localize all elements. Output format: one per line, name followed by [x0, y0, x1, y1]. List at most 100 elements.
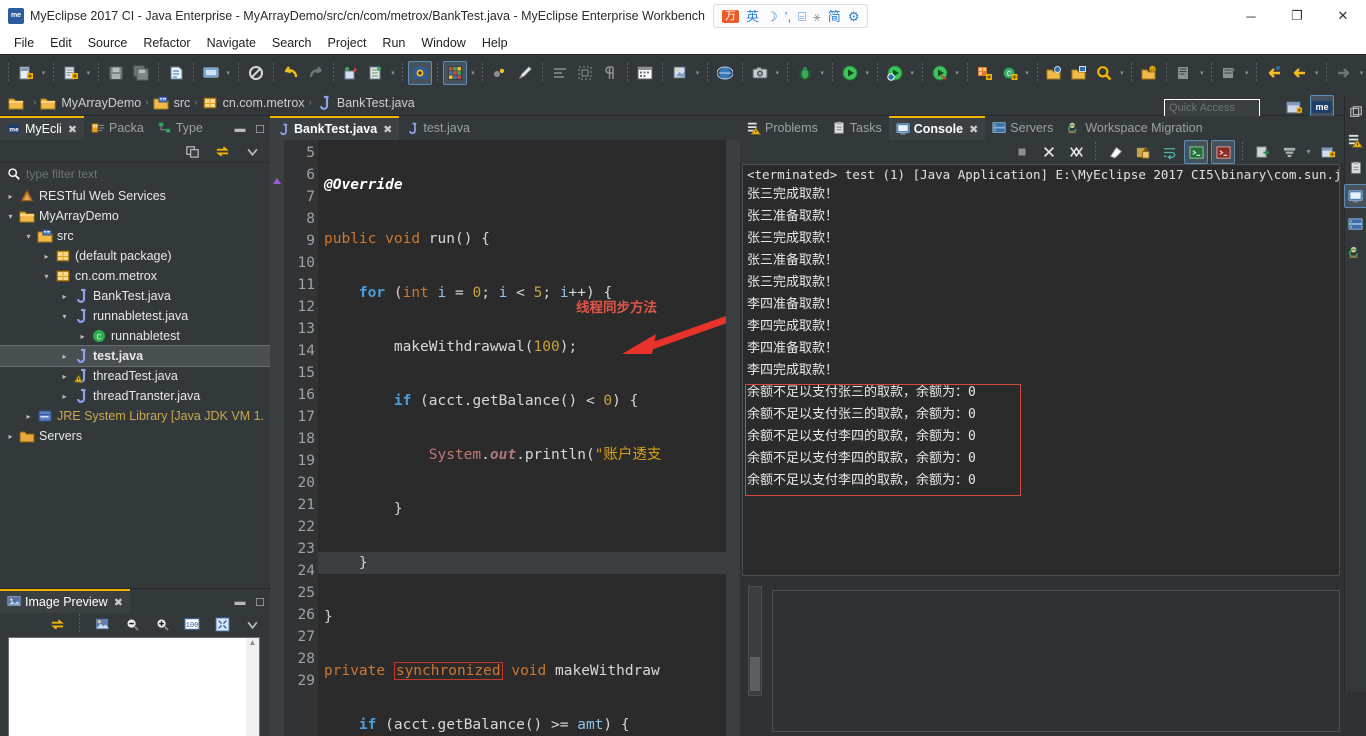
menu-item-help[interactable]: Help [474, 34, 516, 52]
menu-item-refactor[interactable]: Refactor [135, 34, 198, 52]
editor-overview-ruler[interactable] [726, 140, 740, 736]
tree-item[interactable]: ▾ MyArrayDemo [0, 206, 270, 226]
ime-punctuation-icon[interactable]: ’, [785, 10, 792, 23]
sync-icon[interactable] [210, 139, 234, 163]
menu-item-project[interactable]: Project [320, 34, 375, 52]
tree-item[interactable]: ▸ threadTranster.java [0, 386, 270, 406]
expand-arrow-icon[interactable]: ▸ [42, 252, 51, 261]
expand-arrow-icon[interactable]: ▸ [78, 332, 87, 341]
ime-moon-icon[interactable]: ☽ [766, 10, 778, 23]
scroll-up-arrow[interactable]: ▲ [246, 638, 259, 651]
expand-arrow-icon[interactable]: ▸ [24, 412, 33, 421]
ime-toolbar[interactable]: 万 英 ☽ ’, ⌸ ⚹ 简 ⚙ [713, 4, 869, 28]
breadcrumb-item-myarraydemo[interactable]: MyArrayDemo [40, 95, 141, 111]
fit-image-icon[interactable] [210, 612, 234, 636]
search-icon[interactable] [1092, 61, 1116, 85]
editor-tab-test-java[interactable]: test.java [399, 116, 477, 140]
ime-simplified-icon[interactable]: 简 [828, 10, 841, 23]
close-icon[interactable]: ✖ [68, 123, 77, 136]
chevron-down-icon[interactable]: ▾ [1312, 61, 1321, 85]
editor-vscrollbar-thumb[interactable] [750, 657, 760, 691]
save-all-icon[interactable] [129, 61, 153, 85]
back2-icon[interactable] [1287, 61, 1311, 85]
open-console-icon[interactable] [1250, 140, 1274, 164]
tree-item[interactable]: ▸ JRE System Library [Java JDK VM 1. [0, 406, 270, 426]
breadcrumb-item-banktest-java[interactable]: BankTest.java [316, 95, 415, 111]
menu-item-source[interactable]: Source [80, 34, 136, 52]
console-icon[interactable] [1343, 184, 1366, 208]
console-tab-workspace-migration[interactable]: Workspace Migration [1060, 116, 1209, 140]
sync-icon[interactable] [45, 612, 69, 636]
display-selected-console-icon[interactable] [1277, 140, 1301, 164]
chevron-down-icon[interactable]: ▾ [953, 61, 962, 85]
menu-item-run[interactable]: Run [374, 34, 413, 52]
menu-item-edit[interactable]: Edit [42, 34, 80, 52]
minimize-button[interactable]: ─ [1228, 0, 1274, 32]
chevron-down-icon[interactable]: ▾ [1197, 61, 1206, 85]
zoom-100-icon[interactable]: 100 [180, 612, 204, 636]
scroll-lock-icon[interactable] [1130, 140, 1154, 164]
chevron-down-icon[interactable]: ▼ [1304, 140, 1313, 164]
bug-icon[interactable] [793, 61, 817, 85]
breadcrumb-item-src[interactable]: src [153, 95, 190, 111]
minimize-icon[interactable]: ▬ [232, 594, 248, 610]
print-icon[interactable] [164, 61, 188, 85]
breadcrumb-item-root[interactable] [8, 95, 29, 111]
chevron-down-icon[interactable]: ▾ [1023, 61, 1032, 85]
collapse-arrow-icon[interactable]: ▾ [60, 312, 69, 321]
next-annotation-icon[interactable] [1172, 61, 1196, 85]
menu-item-window[interactable]: Window [413, 34, 473, 52]
explorer-tab-type[interactable]: Type [151, 116, 210, 140]
expand-arrow-icon[interactable]: ▸ [6, 432, 15, 441]
camera-icon[interactable] [748, 61, 772, 85]
remove-all-terminated-icon[interactable] [1064, 140, 1088, 164]
expand-arrow-icon[interactable]: ▸ [60, 352, 69, 361]
terminate-icon[interactable] [1010, 140, 1034, 164]
tree-item[interactable]: ▸ test.java [0, 345, 270, 367]
tree-item[interactable]: ▾ cn.com.metrox [0, 266, 270, 286]
terminal-icon[interactable] [199, 61, 223, 85]
folding-marker-icon[interactable] [272, 172, 282, 184]
link-with-editor-icon[interactable] [180, 139, 204, 163]
new-file-icon[interactable] [14, 61, 38, 85]
console-output[interactable]: <terminated> test (1) [Java Application]… [742, 164, 1340, 576]
workspace-migration-icon[interactable] [1344, 240, 1366, 264]
ime-settings-icon[interactable]: ⚙ [848, 10, 860, 23]
chevron-down-icon[interactable]: ▾ [863, 61, 872, 85]
chevron-down-icon[interactable]: ▾ [1357, 61, 1366, 85]
chevron-down-icon[interactable]: ▾ [1242, 61, 1251, 85]
console-tab-servers[interactable]: Servers [985, 116, 1060, 140]
menu-item-navigate[interactable]: Navigate [199, 34, 264, 52]
chevron-down-icon[interactable]: ▾ [693, 61, 702, 85]
pilcrow-icon[interactable] [598, 61, 622, 85]
tree-item[interactable]: ▸ RESTful Web Services [0, 186, 270, 206]
new-class-icon[interactable] [973, 61, 997, 85]
expand-arrow-icon[interactable]: ▸ [60, 392, 69, 401]
collapse-arrow-icon[interactable]: ▾ [6, 212, 15, 221]
palette-icon[interactable] [443, 60, 468, 85]
chevron-down-icon[interactable]: ▾ [468, 61, 477, 85]
ime-keyboard-icon[interactable]: ⌸ [798, 10, 806, 23]
close-icon[interactable]: ✖ [114, 596, 123, 609]
new-console-view-icon[interactable] [1316, 140, 1340, 164]
open-resource-icon[interactable]: o [1137, 61, 1161, 85]
pencil-config-icon[interactable] [488, 61, 512, 85]
secondary-editor-area[interactable] [772, 590, 1340, 732]
tasks-icon[interactable] [1344, 156, 1366, 180]
ime-person-icon[interactable]: ⚹ [813, 10, 821, 23]
debug-perspective-icon[interactable] [408, 60, 433, 85]
console-tab-problems[interactable]: Problems [740, 116, 825, 140]
save-icon[interactable] [104, 61, 128, 85]
tree-item[interactable]: ▸ threadTest.java [0, 366, 270, 386]
maximize-button[interactable]: ❐ [1274, 0, 1320, 32]
palette-icon[interactable] [90, 612, 114, 636]
open-type-icon[interactable] [1043, 61, 1067, 85]
collapse-arrow-icon[interactable]: ▾ [24, 232, 33, 241]
clear-console-icon[interactable] [1103, 140, 1127, 164]
forward-icon[interactable] [1332, 61, 1356, 85]
editor-tab-banktest-java[interactable]: BankTest.java ✖ [270, 116, 400, 140]
maximize-icon[interactable]: ☐ [252, 594, 268, 610]
close-icon[interactable]: ✖ [969, 123, 978, 136]
restore-view-icon[interactable] [1344, 100, 1366, 124]
tree-item[interactable]: ▸ Crunnabletest [0, 326, 270, 346]
